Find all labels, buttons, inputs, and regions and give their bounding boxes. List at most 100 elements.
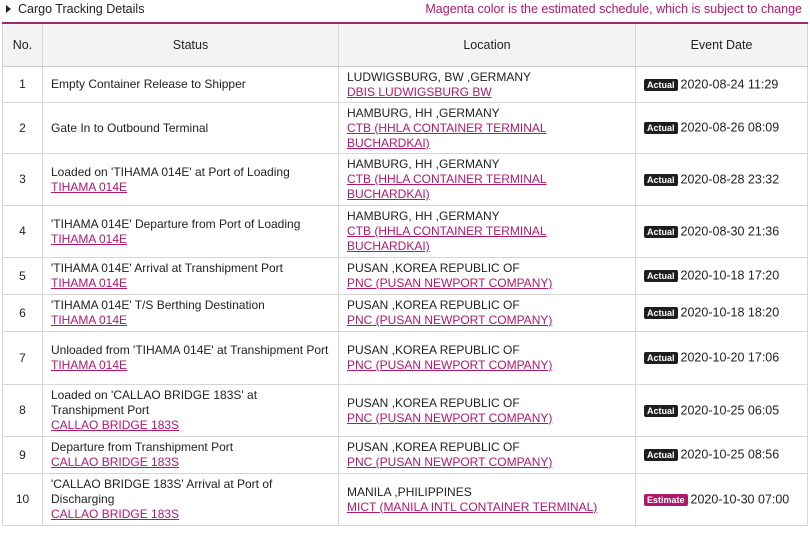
event-date-cell: Actual 2020-10-18 17:20 [635,257,808,295]
vessel-link[interactable]: TIHAMA 014E [51,276,330,291]
terminal-link[interactable]: PNC (PUSAN NEWPORT COMPANY) [347,276,627,291]
event-date: 2020-08-28 23:32 [680,172,780,187]
location-city: HAMBURG, HH ,GERMANY [347,209,500,223]
event-status: 'TIHAMA 014E' Departure from Port of Loa… [51,216,301,231]
terminal-link[interactable]: PNC (PUSAN NEWPORT COMPANY) [347,455,627,470]
event-date-cell: Actual 2020-10-25 06:05 [635,384,808,437]
caret-right-icon [6,5,11,13]
location-city: PUSAN ,KOREA REPUBLIC OF [347,343,520,357]
column-header-location: Location [338,22,636,67]
event-date-cell: Actual 2020-10-25 08:56 [635,436,808,474]
location-city: PUSAN ,KOREA REPUBLIC OF [347,298,520,312]
actual-badge: Actual [644,225,678,238]
event-date-cell: Estimate 2020-10-30 07:00 [635,473,808,526]
event-status: 'TIHAMA 014E' T/S Berthing Destination [51,298,265,312]
event-date: 2020-10-25 06:05 [680,403,780,418]
terminal-link[interactable]: PNC (PUSAN NEWPORT COMPANY) [347,358,627,373]
vessel-link[interactable]: CALLAO BRIDGE 183S [51,418,330,433]
location-cell: PUSAN ,KOREA REPUBLIC OF PNC (PUSAN NEWPO… [338,294,636,332]
event-date: 2020-10-30 07:00 [690,492,790,507]
location-cell: PUSAN ,KOREA REPUBLIC OF PNC (PUSAN NEWPO… [338,257,636,295]
event-date-cell: Actual 2020-08-28 23:32 [635,153,808,206]
row-number: 3 [2,153,43,206]
location-cell: MANILA ,PHILIPPINES MICT (MANILA INTL CON… [338,473,636,526]
event-date-cell: Actual 2020-08-24 11:29 [635,66,808,103]
actual-badge: Actual [644,449,678,462]
column-header-no: No. [2,22,43,67]
location-city: HAMBURG, HH ,GERMANY [347,157,500,171]
vessel-link[interactable]: TIHAMA 014E [51,232,330,247]
row-number: 6 [2,294,43,332]
event-date: 2020-10-18 17:20 [680,268,780,283]
event-status: 'CALLAO BRIDGE 183S' Arrival at Port of … [51,477,273,506]
location-city: PUSAN ,KOREA REPUBLIC OF [347,440,520,454]
table-row: 2 Gate In to Outbound Terminal HAMBURG, HH… [2,102,808,154]
row-number: 9 [2,436,43,474]
location-city: LUDWIGSBURG, BW ,GERMANY [347,69,532,84]
terminal-link[interactable]: CTB (HHLA CONTAINER TERMINAL BUCHARDKAI) [347,224,627,254]
column-header-status: Status [42,22,339,67]
event-status: Departure from Transhipment Port [51,440,234,454]
actual-badge: Actual [644,173,678,186]
status-cell: Loaded on 'CALLAO BRIDGE 183S' at Transh… [42,384,339,437]
table-row: 3 Loaded on 'TIHAMA 014E' at Port of Load… [2,153,808,206]
event-status: Loaded on 'TIHAMA 014E' at Port of Loadi… [51,164,290,179]
event-date-cell: Actual 2020-10-18 18:20 [635,294,808,332]
table-row: 4 'TIHAMA 014E' Departure from Port of Lo… [2,205,808,258]
status-cell: 'CALLAO BRIDGE 183S' Arrival at Port of … [42,473,339,526]
event-date: 2020-08-30 21:36 [680,224,780,239]
section-title: Cargo Tracking Details [18,2,145,16]
terminal-link[interactable]: PNC (PUSAN NEWPORT COMPANY) [347,313,627,328]
status-cell: Unloaded from 'TIHAMA 014E' at Transhipm… [42,331,339,385]
vessel-link[interactable]: TIHAMA 014E [51,313,330,328]
location-cell: HAMBURG, HH ,GERMANY CTB (HHLA CONTAINER … [338,153,636,206]
event-date: 2020-10-25 08:56 [680,447,780,462]
event-date: 2020-08-24 11:29 [680,77,779,92]
table-row: 5 'TIHAMA 014E' Arrival at Transhipment P… [2,257,808,295]
vessel-link[interactable]: CALLAO BRIDGE 183S [51,455,330,470]
location-city: MANILA ,PHILIPPINES [347,484,472,499]
event-date-cell: Actual 2020-10-20 17:06 [635,331,808,385]
event-status: Gate In to Outbound Terminal [51,120,209,135]
vessel-link[interactable]: TIHAMA 014E [51,180,330,195]
row-number: 10 [2,473,43,526]
event-status: Loaded on 'CALLAO BRIDGE 183S' at Transh… [51,388,258,417]
event-date: 2020-10-20 17:06 [680,350,780,365]
vessel-link[interactable]: CALLAO BRIDGE 183S [51,507,330,522]
table-row: 6 'TIHAMA 014E' T/S Berthing Destination T… [2,294,808,332]
terminal-link[interactable]: PNC (PUSAN NEWPORT COMPANY) [347,411,627,426]
actual-badge: Actual [644,307,678,320]
row-number: 5 [2,257,43,295]
actual-badge: Actual [644,122,678,135]
event-date: 2020-08-26 08:09 [680,120,780,135]
location-cell: PUSAN ,KOREA REPUBLIC OF PNC (PUSAN NEWPO… [338,384,636,437]
row-number: 2 [2,102,43,154]
location-cell: LUDWIGSBURG, BW ,GERMANY DBIS LUDWIGSBURG… [338,66,636,103]
row-number: 1 [2,66,43,103]
event-status: Unloaded from 'TIHAMA 014E' at Transhipm… [51,343,329,357]
estimate-badge: Estimate [644,493,688,506]
event-date: 2020-10-18 18:20 [680,305,780,320]
actual-badge: Actual [644,78,678,91]
actual-badge: Actual [644,404,678,417]
terminal-link[interactable]: CTB (HHLA CONTAINER TERMINAL BUCHARDKAI) [347,172,627,202]
status-cell: Empty Container Release to Shipper [42,66,339,103]
actual-badge: Actual [644,270,678,283]
table-row: 10 'CALLAO BRIDGE 183S' Arrival at Port o… [2,473,808,526]
location-city: PUSAN ,KOREA REPUBLIC OF [347,395,520,410]
terminal-link[interactable]: DBIS LUDWIGSBURG BW [347,85,627,100]
section-toggle[interactable]: Cargo Tracking Details [6,2,144,16]
location-city: PUSAN ,KOREA REPUBLIC OF [347,261,520,275]
event-status: 'TIHAMA 014E' Arrival at Transhipment Po… [51,261,284,275]
status-cell: 'TIHAMA 014E' Departure from Port of Loa… [42,205,339,258]
terminal-link[interactable]: MICT (MANILA INTL CONTAINER TERMINAL) [347,500,627,515]
event-date-cell: Actual 2020-08-26 08:09 [635,102,808,154]
table-row: 9 Departure from Transhipment Port CALLAO … [2,436,808,474]
vessel-link[interactable]: TIHAMA 014E [51,358,330,373]
column-header-date: Event Date [635,22,808,67]
status-cell: 'TIHAMA 014E' Arrival at Transhipment Po… [42,257,339,295]
location-cell: HAMBURG, HH ,GERMANY CTB (HHLA CONTAINER … [338,205,636,258]
terminal-link[interactable]: CTB (HHLA CONTAINER TERMINAL BUCHARDKAI) [347,121,627,151]
table-header-row: No. Status Location Event Date [2,22,808,67]
location-cell: HAMBURG, HH ,GERMANY CTB (HHLA CONTAINER … [338,102,636,154]
